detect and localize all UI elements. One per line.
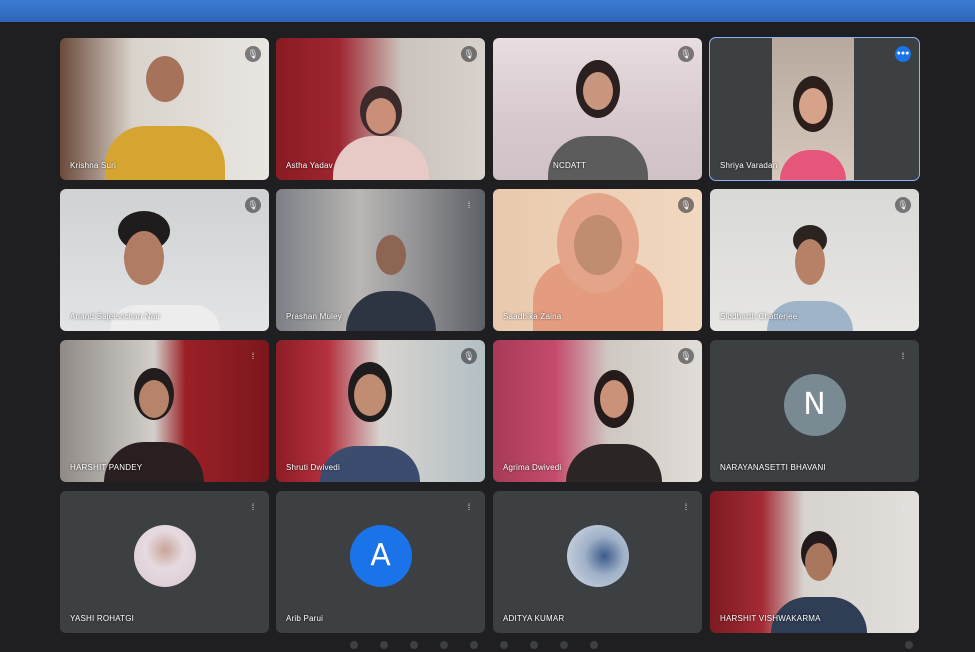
participant-video [710,38,919,180]
participant-tile[interactable]: 🎙 Shruti Dwivedi [276,340,485,482]
meeting-grid: 🎙 Krishna Suri 🎙 Astha Yadav 🎙 NCDATT ●●… [0,22,975,652]
participant-tile[interactable]: 🎙 Astha Yadav [276,38,485,180]
participant-name: Astha Yadav [286,161,333,170]
participant-video [710,491,919,633]
mic-icon[interactable]: 🎙 [245,46,261,62]
control-button[interactable] [590,641,598,649]
participant-name: Shruti Dwivedi [286,463,340,472]
participant-tile[interactable]: 🎙 Siddharth Chatterjee [710,189,919,331]
participant-video [60,38,269,180]
participant-tile[interactable]: ⁞ Prashan Muley [276,189,485,331]
control-button[interactable] [530,641,538,649]
participant-video [60,189,269,331]
participant-tile[interactable]: ⁞ ADITYA KUMAR [493,491,702,633]
participant-tile[interactable]: ⁞ HARSHIT PANDEY [60,340,269,482]
mic-icon[interactable]: ⁞ [895,499,911,515]
participant-avatar: N [783,374,846,436]
mic-icon[interactable]: ⁞ [461,499,477,515]
mic-icon[interactable]: 🎙 [461,348,477,364]
mic-icon[interactable]: 🎙 [678,197,694,213]
participant-avatar [566,525,629,587]
participant-video [60,340,269,482]
participant-tile[interactable]: 🎙 Agrima Dwivedi [493,340,702,482]
mic-icon[interactable]: 🎙 [245,197,261,213]
mic-icon[interactable]: ⁞ [461,197,477,213]
participant-name: HARSHIT PANDEY [70,463,143,472]
mic-icon[interactable]: 🎙 [461,46,477,62]
control-bar-edge [0,638,975,652]
mic-icon[interactable]: ⁞ [245,348,261,364]
participant-tile-speaking[interactable]: ●●● Shriya Varadan [709,37,920,181]
participant-name: HARSHIT VISHWAKARMA [720,614,821,623]
mic-icon[interactable]: 🎙 [895,197,911,213]
mic-icon[interactable]: 🎙 [678,348,694,364]
participant-video [493,340,702,482]
mic-icon[interactable]: ⁞ [245,499,261,515]
control-button[interactable] [380,641,388,649]
control-button[interactable] [440,641,448,649]
control-button[interactable] [560,641,568,649]
mic-icon[interactable]: ⁞ [895,348,911,364]
participant-tile[interactable]: 🎙 Anand Sajeevichan Nair [60,189,269,331]
participant-name: NCDATT [553,161,587,170]
participant-name: ADITYA KUMAR [503,614,565,623]
participant-avatar [133,525,196,587]
control-button[interactable] [470,641,478,649]
participants-icon[interactable] [905,641,913,649]
control-button[interactable] [350,641,358,649]
control-button[interactable] [500,641,508,649]
participant-tile[interactable]: A ⁞ Arib Parui [276,491,485,633]
participant-name: YASHI ROHATGI [70,614,135,623]
participant-tile[interactable]: 🎙 NCDATT [493,38,702,180]
participant-name: Krishna Suri [70,161,116,170]
participant-tile[interactable]: 🎙 Krishna Suri [60,38,269,180]
participant-name: NARAYANASETTI BHAVANI [720,463,826,472]
mic-icon[interactable]: ⁞ [678,499,694,515]
participant-video [276,189,485,331]
participant-video [710,189,919,331]
participant-tile[interactable]: 🎙 Saadhika Zaina [493,189,702,331]
participant-name: Prashan Muley [286,312,342,321]
mic-icon[interactable]: 🎙 [678,46,694,62]
participant-video [276,340,485,482]
participant-name: Siddharth Chatterjee [720,312,798,321]
window-title-bar [0,0,975,22]
participant-tile[interactable]: ⁞ YASHI ROHATGI [60,491,269,633]
speaking-indicator-icon: ●●● [895,46,911,62]
participant-name: Agrima Dwivedi [503,463,562,472]
participant-name: Saadhika Zaina [503,312,562,321]
participant-name: Arib Parui [286,614,324,623]
participant-name: Shriya Varadan [720,161,778,170]
participant-tile[interactable]: ⁞ HARSHIT VISHWAKARMA [710,491,919,633]
participant-tile[interactable]: N ⁞ NARAYANASETTI BHAVANI [710,340,919,482]
participant-video [276,38,485,180]
participant-name: Anand Sajeevichan Nair [70,312,161,321]
participant-video [493,38,702,180]
control-button[interactable] [410,641,418,649]
participant-avatar: A [349,525,412,587]
participant-video [493,189,702,331]
